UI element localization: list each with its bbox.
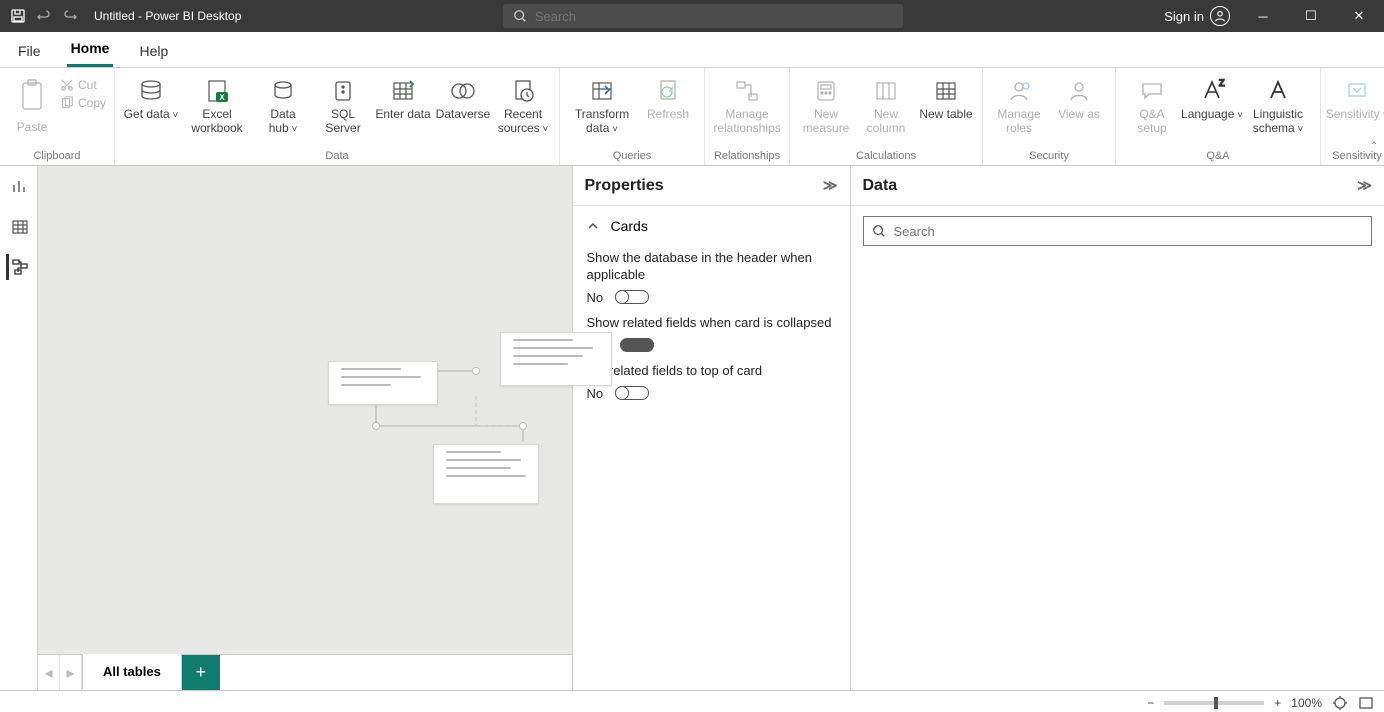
window-title: Untitled - Power BI Desktop xyxy=(88,9,241,23)
properties-title: Properties xyxy=(585,177,664,195)
show-db-toggle[interactable] xyxy=(615,290,649,304)
new-measure-button: New measure xyxy=(798,72,854,136)
zoom-level: 100% xyxy=(1291,696,1322,710)
table-card[interactable] xyxy=(433,444,539,504)
view-rail xyxy=(0,166,38,690)
copy-button: Copy xyxy=(60,96,106,110)
minimize-button[interactable]: ─ xyxy=(1248,9,1278,24)
save-icon[interactable] xyxy=(10,8,26,24)
collapse-ribbon-button[interactable]: ˆ xyxy=(1372,140,1376,154)
tab-home[interactable]: Home xyxy=(67,32,114,67)
group-queries: Transform data Refresh Queries xyxy=(560,68,705,165)
tab-next-button[interactable]: ▸ xyxy=(60,655,82,690)
dataverse-button[interactable]: Dataverse xyxy=(435,72,491,122)
ribbon: Paste Cut Copy Clipboard Get data XExcel… xyxy=(0,68,1384,166)
maximize-button[interactable]: ☐ xyxy=(1296,8,1326,24)
search-icon xyxy=(872,224,886,238)
table-card[interactable] xyxy=(328,361,438,405)
model-canvas[interactable] xyxy=(38,166,572,654)
close-button[interactable]: ✕ xyxy=(1344,8,1374,24)
data-pane: Data ≫ xyxy=(850,166,1384,690)
sensitivity-button: Sensitivity xyxy=(1329,72,1384,122)
refresh-button: Refresh xyxy=(640,72,696,122)
relationship-joint[interactable] xyxy=(372,422,380,430)
group-clipboard: Paste Cut Copy Clipboard xyxy=(0,68,115,165)
user-icon xyxy=(1210,6,1230,26)
group-relationships: Manage relationships Relationships xyxy=(705,68,790,165)
group-data: Get data XExcel workbook Data hub SQL Se… xyxy=(115,68,560,165)
show-db-label: Show the database in the header when app… xyxy=(587,250,836,284)
sql-server-button[interactable]: SQL Server xyxy=(315,72,371,136)
chevron-up-icon xyxy=(587,220,599,232)
add-layout-button[interactable]: + xyxy=(182,655,220,690)
new-table-button[interactable]: New table xyxy=(918,72,974,122)
excel-workbook-button[interactable]: XExcel workbook xyxy=(183,72,251,136)
enter-data-button[interactable]: Enter data xyxy=(375,72,431,122)
collapse-properties-button[interactable]: ≫ xyxy=(823,177,838,194)
pin-related-label: Pin related fields to top of card xyxy=(587,363,836,380)
global-search[interactable] xyxy=(503,4,903,28)
titlebar: Untitled - Power BI Desktop Sign in ─ ☐ … xyxy=(0,0,1384,32)
get-data-button[interactable]: Get data xyxy=(123,72,179,122)
page-view-button[interactable] xyxy=(1358,695,1374,711)
data-pane-title: Data xyxy=(863,177,898,195)
fields-search[interactable] xyxy=(863,216,1373,246)
show-related-toggle[interactable] xyxy=(620,338,654,352)
cards-section-toggle[interactable]: Cards xyxy=(587,216,836,242)
recent-sources-button[interactable]: Recent sources xyxy=(495,72,551,136)
tab-help[interactable]: Help xyxy=(135,35,172,67)
linguistic-schema-button[interactable]: Linguistic schema xyxy=(1244,72,1312,136)
svg-text:X: X xyxy=(219,93,225,102)
relationship-joint[interactable] xyxy=(519,422,527,430)
properties-pane: Properties ≫ Cards Show the database in … xyxy=(572,166,850,690)
pin-related-toggle[interactable] xyxy=(615,386,649,400)
report-view-button[interactable] xyxy=(6,174,32,200)
global-search-input[interactable] xyxy=(535,9,893,24)
manage-roles-button: Manage roles xyxy=(991,72,1047,136)
model-tabs: ◂ ▸ All tables + xyxy=(38,654,572,690)
transform-data-button[interactable]: Transform data xyxy=(568,72,636,136)
group-calculations: New measure New column New table Calcula… xyxy=(790,68,983,165)
collapse-data-button[interactable]: ≫ xyxy=(1357,177,1372,194)
fit-to-page-button[interactable] xyxy=(1332,695,1348,711)
zoom-in-button[interactable]: + xyxy=(1274,696,1281,710)
new-column-button: New column xyxy=(858,72,914,136)
manage-relationships-button: Manage relationships xyxy=(713,72,781,136)
all-tables-tab[interactable]: All tables xyxy=(82,654,182,689)
model-view-button[interactable] xyxy=(6,254,32,280)
fields-search-input[interactable] xyxy=(894,224,1364,239)
zoom-out-button[interactable]: − xyxy=(1147,696,1154,710)
paste-button: Paste xyxy=(8,72,56,134)
signin-button[interactable]: Sign in xyxy=(1164,6,1230,26)
svg-text:Z: Z xyxy=(1219,78,1225,88)
data-hub-button[interactable]: Data hub xyxy=(255,72,311,136)
zoom-slider[interactable] xyxy=(1164,701,1264,705)
table-card[interactable] xyxy=(500,332,612,386)
data-view-button[interactable] xyxy=(6,214,32,240)
view-as-button: View as xyxy=(1051,72,1107,122)
show-related-label: Show related fields when card is collaps… xyxy=(587,315,836,332)
qa-setup-button: Q&A setup xyxy=(1124,72,1180,136)
status-bar: − + 100% xyxy=(0,690,1384,712)
cut-button: Cut xyxy=(60,78,106,92)
tab-prev-button[interactable]: ◂ xyxy=(38,655,60,690)
undo-icon[interactable] xyxy=(36,8,52,24)
redo-icon[interactable] xyxy=(62,8,78,24)
group-security: Manage roles View as Security xyxy=(983,68,1116,165)
group-qa: Q&A setup ZLanguage Linguistic schema Q&… xyxy=(1116,68,1321,165)
ribbon-tabs: File Home Help xyxy=(0,32,1384,68)
search-icon xyxy=(513,9,527,23)
language-button[interactable]: ZLanguage xyxy=(1184,72,1240,122)
tab-file[interactable]: File xyxy=(14,35,45,67)
relationship-joint[interactable] xyxy=(472,367,480,375)
